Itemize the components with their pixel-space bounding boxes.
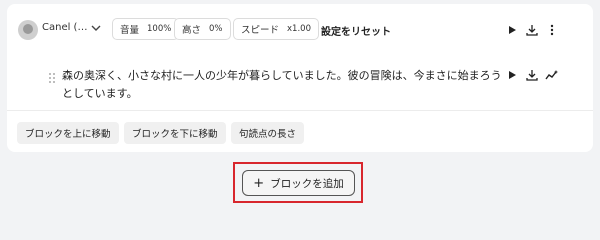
play-button[interactable] bbox=[504, 22, 520, 38]
pitch-control[interactable]: 高さ 0% bbox=[174, 18, 231, 40]
volume-value: 100% bbox=[147, 24, 172, 34]
volume-label: 音量 bbox=[120, 25, 140, 36]
volume-control[interactable]: 音量 100% bbox=[112, 18, 180, 40]
pause-length-button[interactable]: 句読点の長さ bbox=[231, 122, 305, 144]
plus-icon: + bbox=[253, 175, 265, 191]
download-icon bbox=[526, 70, 538, 81]
add-block-button[interactable]: + ブロックを追加 bbox=[242, 170, 355, 196]
pitch-value: 0% bbox=[209, 24, 223, 34]
play-icon bbox=[509, 26, 516, 34]
block-text[interactable]: 森の奥深く、小さな村に一人の少年が暮らしていました。彼の冒険は、今まさに始まろう… bbox=[62, 67, 502, 103]
block-card: Canel (… 音量 100% 高さ 0% スピード x1.00 設定をリセッ… bbox=[7, 4, 593, 152]
play-icon bbox=[509, 71, 516, 79]
block-download-button[interactable] bbox=[524, 67, 540, 83]
download-icon bbox=[526, 25, 538, 36]
speed-value: x1.00 bbox=[287, 24, 311, 34]
block-play-button[interactable] bbox=[504, 67, 520, 83]
block-enhance-button[interactable] bbox=[544, 67, 560, 83]
more-options-button[interactable] bbox=[544, 22, 560, 38]
more-vertical-icon bbox=[550, 24, 554, 36]
reset-settings-button[interactable]: 設定をリセット bbox=[321, 23, 391, 38]
block-toolbar: Canel (… 音量 100% 高さ 0% スピード x1.00 設定をリセッ… bbox=[7, 16, 593, 44]
sparkle-wave-icon bbox=[545, 70, 558, 80]
pitch-label: 高さ bbox=[182, 25, 202, 36]
chevron-down-icon[interactable] bbox=[91, 23, 101, 33]
add-block-label: ブロックを追加 bbox=[270, 177, 344, 190]
move-block-up-button[interactable]: ブロックを上に移動 bbox=[17, 122, 119, 144]
download-button[interactable] bbox=[524, 22, 540, 38]
drag-handle-icon[interactable] bbox=[48, 72, 56, 84]
avatar[interactable] bbox=[18, 20, 38, 40]
divider bbox=[7, 110, 593, 111]
voice-selector-label[interactable]: Canel (… bbox=[42, 22, 87, 33]
speed-control[interactable]: スピード x1.00 bbox=[233, 18, 319, 40]
move-block-down-button[interactable]: ブロックを下に移動 bbox=[124, 122, 226, 144]
speed-label: スピード bbox=[241, 25, 280, 36]
